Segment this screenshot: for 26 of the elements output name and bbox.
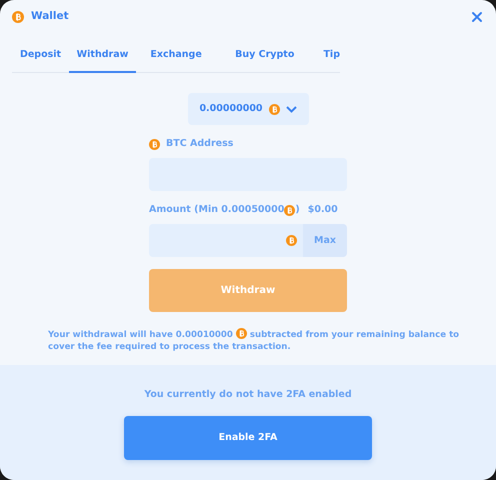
field-label: BTC Address (166, 137, 234, 152)
close-button[interactable] (470, 10, 484, 24)
bitcoin-icon (236, 328, 247, 340)
fee-note: Your withdrawal will have 0.00010000 (48, 330, 233, 340)
amount-field[interactable] (149, 224, 303, 258)
enable-2fa-button[interactable]: Enable 2FA (124, 416, 372, 460)
tab[interactable]: Tip (323, 40, 340, 74)
bitcoin-icon (286, 235, 297, 246)
fee-note: subtracted from your remaining balance to (250, 330, 460, 340)
fee-note: cover the fee required to process the transaction. (48, 342, 291, 352)
currency-dropdown[interactable]: 0.00000000 (188, 93, 308, 126)
twofa-message: You currently do not have 2FA enabled (144, 388, 352, 402)
bitcoin-icon (284, 204, 296, 216)
tab[interactable]: Buy Crypto (216, 40, 314, 74)
tab[interactable]: Withdraw (68, 40, 136, 74)
tab[interactable]: Deposit (12, 40, 69, 74)
window-title: Wallet (31, 9, 69, 24)
fiat-value: $0.00 (308, 203, 338, 218)
bitcoin-icon (12, 11, 24, 23)
field-label: Amount (Min 0.00050000 (149, 203, 284, 218)
bitcoin-icon (268, 104, 280, 115)
tab[interactable]: Exchange (136, 40, 216, 74)
chevron-down-icon (286, 106, 297, 113)
bitcoin-icon (149, 138, 160, 150)
max-button[interactable]: Max (303, 224, 347, 258)
field-label: ) (295, 203, 300, 218)
